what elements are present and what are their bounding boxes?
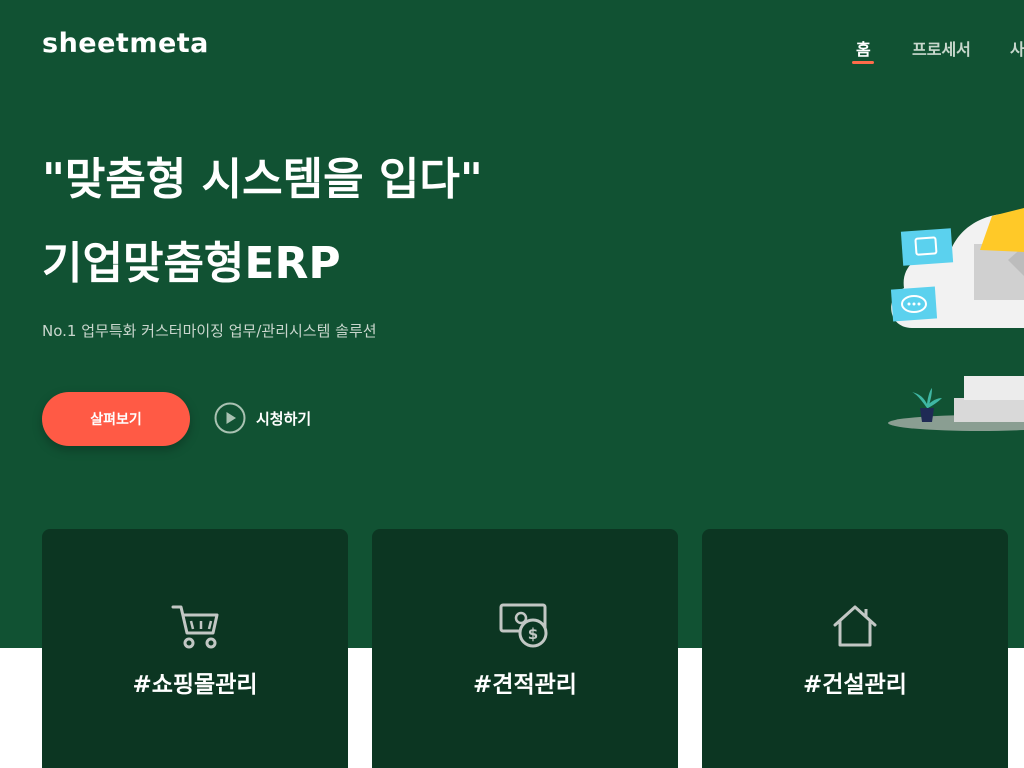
shopping-cart-icon (171, 605, 219, 649)
play-circle-icon (214, 402, 246, 434)
explore-button[interactable]: 살펴보기 (42, 392, 190, 446)
category-card-construction[interactable]: #건설관리 (702, 529, 1008, 768)
card-label-construction: #건설관리 (803, 672, 907, 698)
hero-subtitle: No.1 업무특화 커스터마이징 업무/관리시스템 솔루션 (42, 322, 377, 340)
hero-headline-sub: 기업맞춤형ERP (42, 238, 341, 289)
card-label-shopping: #쇼핑몰관리 (132, 672, 258, 698)
watch-video-link[interactable]: 시청하기 (214, 402, 311, 434)
nav-item-partial[interactable]: 사 (1010, 36, 1024, 60)
watch-video-label: 시청하기 (256, 409, 312, 428)
card-label-estimate: #견적관리 (473, 672, 577, 698)
category-card-estimate[interactable]: $ #견적관리 (372, 529, 678, 768)
top-nav: 홈 프로세서 사 (840, 0, 1024, 80)
logo[interactable]: sheetmeta (42, 28, 209, 59)
house-icon (833, 605, 877, 647)
nav-active-indicator (852, 61, 874, 64)
category-card-shopping[interactable]: #쇼핑몰관리 (42, 529, 348, 768)
nav-item-home[interactable]: 홈 (856, 36, 871, 60)
svg-text:$: $ (528, 625, 538, 643)
money-icon: $ (499, 603, 548, 648)
cloud-illustration (888, 208, 1024, 431)
hero-headline: "맞춤형 시스템을 입다" (42, 154, 483, 205)
nav-item-process[interactable]: 프로세서 (912, 36, 971, 60)
